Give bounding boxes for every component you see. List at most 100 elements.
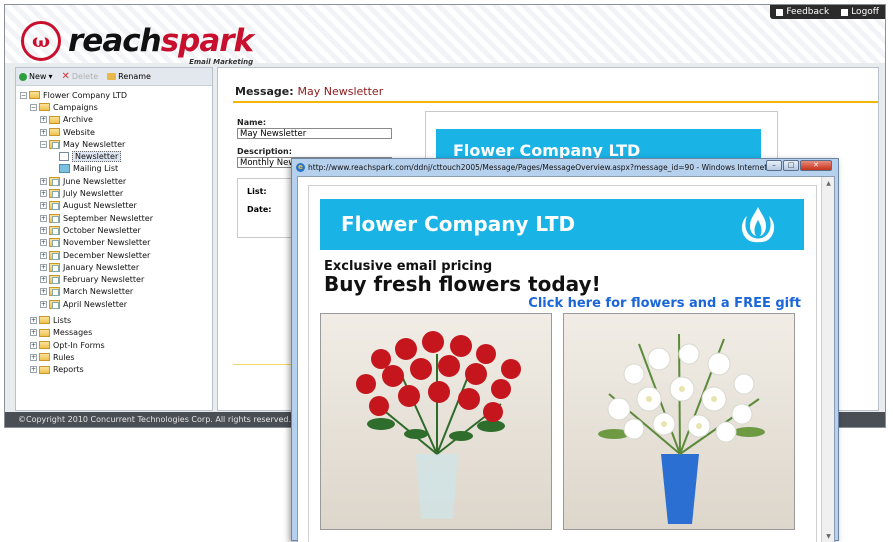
tree-panel: New ▾ ✕ Delete Rename − Flower Company LTD … (15, 67, 213, 411)
tree-item-month[interactable]: + March Newsletter (16, 286, 212, 298)
offer-link[interactable]: Click here for flowers and a FREE gift (528, 296, 801, 311)
feedback-link[interactable]: Feedback (776, 7, 829, 17)
popup-title: http://www.reachspark.com/ddnj/cttouch20… (308, 162, 768, 172)
date-label: Date: (247, 205, 272, 214)
rename-button[interactable]: Rename (107, 72, 151, 81)
campaign-folder-icon (49, 189, 60, 199)
folder-open-icon (39, 103, 50, 112)
rename-icon (107, 73, 117, 80)
campaign-folder-icon (49, 201, 60, 211)
tree-item-messages[interactable]: + Messages (16, 327, 212, 339)
expand-icon[interactable]: + (40, 177, 47, 185)
tree-item-month[interactable]: + December Newsletter (16, 249, 212, 261)
tree-item-newsletter[interactable]: Newsletter (16, 150, 212, 163)
popup-scrollbar[interactable]: ▲ ▼ (821, 177, 834, 542)
tree-item-month[interactable]: + October Newsletter (16, 224, 212, 236)
campaign-folder-icon (49, 238, 60, 248)
expand-icon[interactable]: + (30, 366, 37, 374)
campaign-folder-icon (49, 262, 60, 272)
name-field[interactable]: May Newsletter (237, 128, 392, 139)
document-icon (59, 152, 69, 162)
campaign-folder-icon (49, 176, 60, 186)
tree-item-reports[interactable]: + Reports (16, 364, 212, 376)
expand-icon[interactable]: + (40, 128, 47, 136)
expand-icon[interactable]: + (40, 202, 47, 210)
expand-icon[interactable]: + (40, 239, 47, 247)
collapse-icon[interactable]: − (20, 91, 27, 99)
scroll-up-icon[interactable]: ▲ (822, 177, 834, 190)
tree-item-month[interactable]: + July Newsletter (16, 187, 212, 199)
expand-icon[interactable]: + (30, 341, 37, 349)
logoff-icon (841, 8, 849, 16)
expand-icon[interactable]: + (30, 329, 37, 337)
tree-item-mailing-list[interactable]: Mailing List (16, 163, 212, 175)
top-links: Feedback Logoff (770, 5, 885, 19)
white-bouquet-photo[interactable] (563, 313, 795, 530)
title-divider (233, 101, 878, 103)
tree-toolbar: New ▾ ✕ Delete Rename (16, 68, 212, 86)
flame-logo-icon (741, 207, 775, 243)
tree-item-optin-forms[interactable]: + Opt-In Forms (16, 339, 212, 351)
description-label: Description: (237, 147, 292, 156)
expand-icon[interactable]: + (40, 190, 47, 198)
popup-content: Flower Company LTD Exclusive email prici… (297, 176, 835, 542)
folder-icon (39, 353, 50, 362)
expand-icon[interactable]: + (40, 276, 47, 284)
delete-button[interactable]: ✕ Delete (61, 71, 98, 82)
page-title: Message: May Newsletter (235, 85, 384, 98)
campaign-folder-icon (49, 250, 60, 260)
close-button[interactable]: ✕ (800, 160, 832, 171)
expand-icon[interactable]: + (40, 251, 47, 259)
folder-icon (49, 115, 60, 124)
new-button[interactable]: New ▾ (19, 72, 52, 81)
expand-icon[interactable]: + (40, 300, 47, 308)
expand-icon[interactable]: + (40, 226, 47, 234)
collapse-icon[interactable]: − (30, 103, 37, 111)
campaign-folder-icon (49, 225, 60, 235)
tree-item-website[interactable]: + Website (16, 126, 212, 138)
feedback-icon (776, 8, 784, 16)
minimize-button[interactable]: – (766, 160, 782, 171)
folder-tree: − Flower Company LTD − Campaigns + Archive … (16, 89, 212, 376)
campaign-folder-icon (49, 299, 60, 309)
tree-item-root[interactable]: − Flower Company LTD (16, 89, 212, 101)
tree-item-month[interactable]: + August Newsletter (16, 200, 212, 212)
tree-item-month[interactable]: + April Newsletter (16, 298, 212, 310)
tree-item-month[interactable]: + January Newsletter (16, 261, 212, 273)
expand-icon[interactable]: + (40, 263, 47, 271)
logoff-link[interactable]: Logoff (841, 7, 879, 17)
maximize-button[interactable]: □ (783, 160, 799, 171)
campaign-folder-icon (49, 139, 60, 149)
expand-icon[interactable]: + (30, 353, 37, 361)
collapse-icon[interactable]: − (40, 140, 47, 148)
expand-icon[interactable]: + (40, 288, 47, 296)
logo-mark-icon: ω (21, 21, 61, 61)
email-preview: Flower Company LTD Exclusive email prici… (308, 185, 817, 542)
tree-item-lists[interactable]: + Lists (16, 314, 212, 326)
expand-icon[interactable]: + (40, 214, 47, 222)
red-roses-photo[interactable] (320, 313, 552, 530)
tree-item-rules[interactable]: + Rules (16, 351, 212, 363)
logo: ω reachspark Email Marketing (21, 21, 254, 66)
scroll-down-icon[interactable]: ▼ (822, 530, 834, 542)
folder-icon (39, 365, 50, 374)
logo-tagline: Email Marketing (189, 57, 254, 66)
tree-item-month[interactable]: + November Newsletter (16, 237, 212, 249)
folder-icon (49, 128, 60, 137)
tree-item-month[interactable]: + February Newsletter (16, 273, 212, 285)
tree-item-archive[interactable]: + Archive (16, 114, 212, 126)
campaign-folder-icon (49, 213, 60, 223)
new-icon (19, 72, 27, 81)
tree-item-may-newsletter[interactable]: − May Newsletter (16, 138, 212, 150)
preview-popup-window: e http://www.reachspark.com/ddnj/cttouch… (291, 158, 839, 542)
tree-item-month[interactable]: + September Newsletter (16, 212, 212, 224)
folder-icon (39, 316, 50, 325)
folder-icon (39, 341, 50, 350)
offer-headline: Buy fresh flowers today! (324, 272, 601, 296)
tree-item-campaigns[interactable]: − Campaigns (16, 101, 212, 113)
tree-item-month[interactable]: + June Newsletter (16, 175, 212, 187)
popup-title-bar[interactable]: e http://www.reachspark.com/ddnj/cttouch… (292, 159, 838, 175)
expand-icon[interactable]: + (30, 316, 37, 324)
chevron-down-icon: ▾ (48, 72, 53, 81)
expand-icon[interactable]: + (40, 116, 47, 124)
